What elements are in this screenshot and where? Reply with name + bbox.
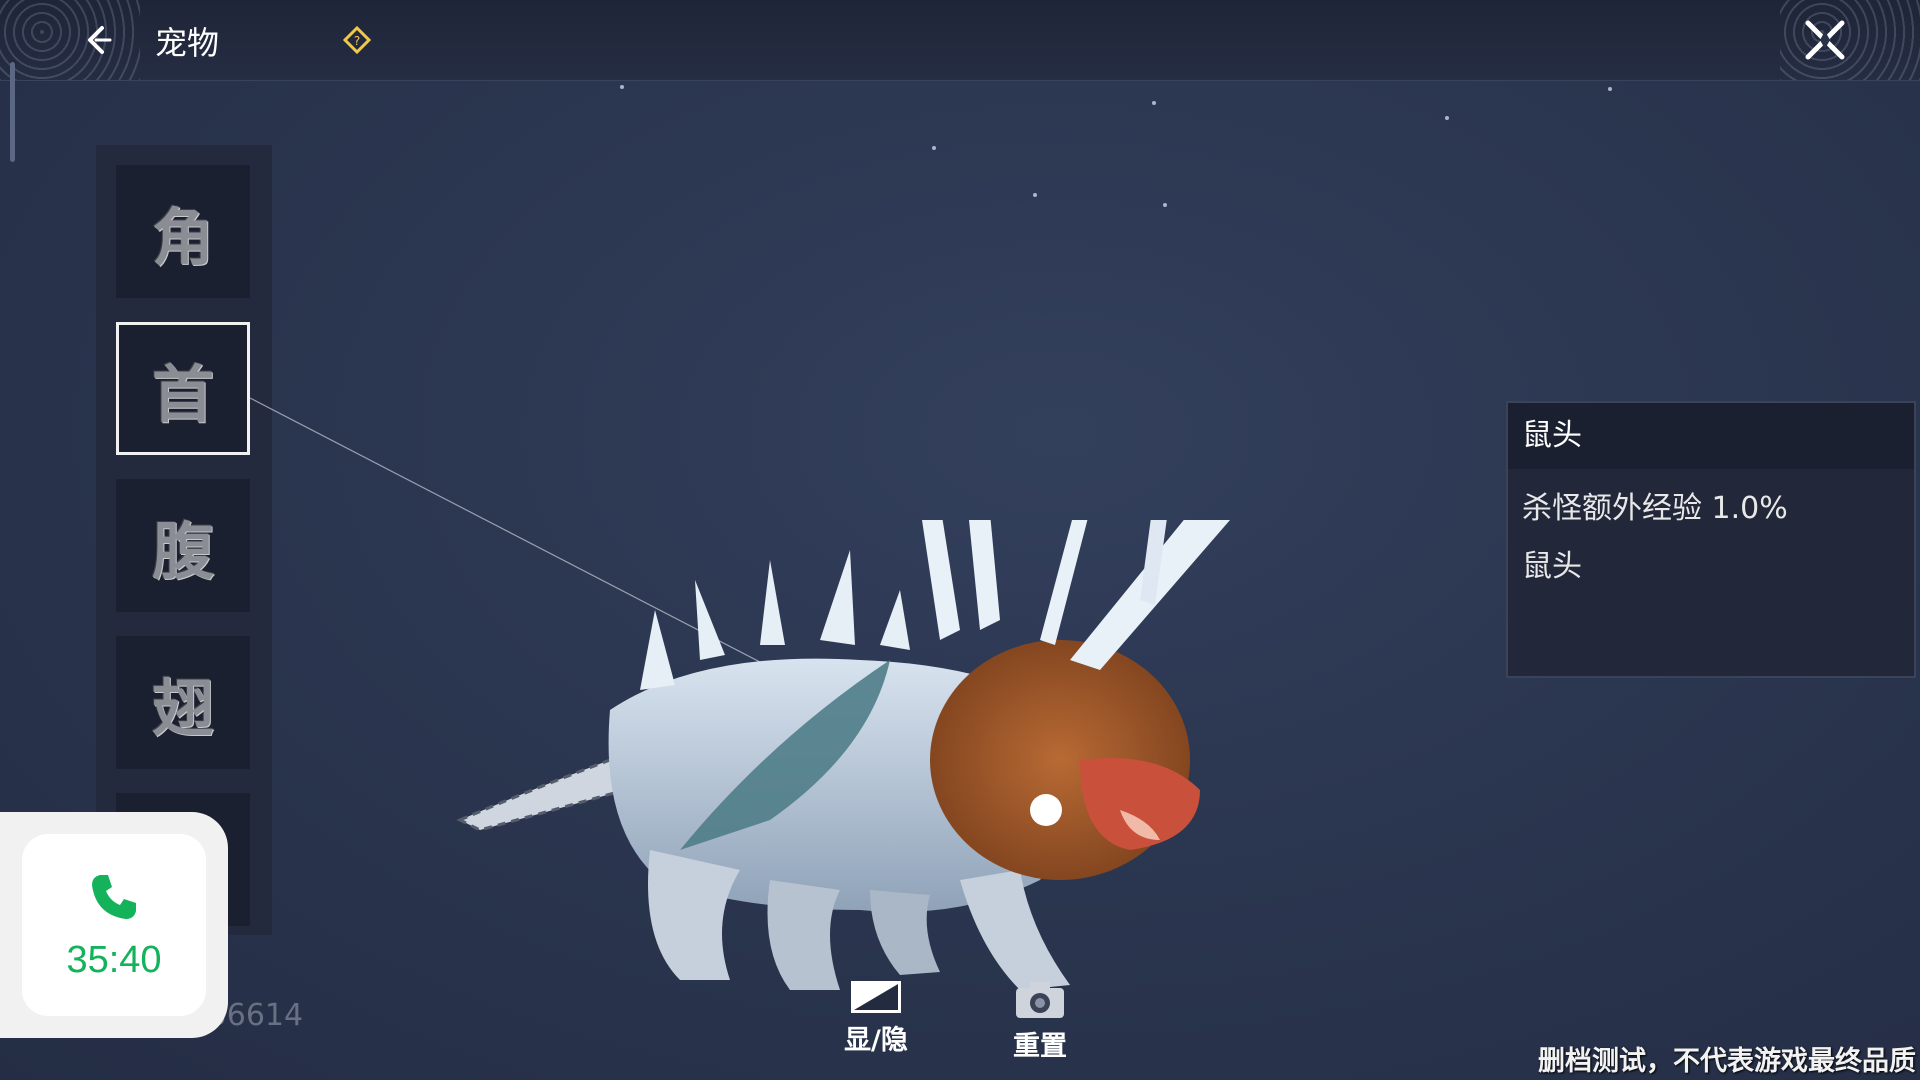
call-timer: 35:40 xyxy=(66,938,162,981)
page-title: 宠物 xyxy=(155,24,220,62)
call-widget[interactable]: 35:40 xyxy=(0,812,228,1038)
toggle-visibility-label: 显/隐 xyxy=(844,1025,908,1056)
star xyxy=(620,85,624,89)
part-tab-wing[interactable]: 翅 xyxy=(116,636,250,769)
toggle-visibility-button[interactable]: 显/隐 xyxy=(826,980,926,1057)
part-tab-head[interactable]: 首 xyxy=(116,322,250,455)
part-info-name: 鼠头 xyxy=(1522,549,1582,584)
left-scrollbar[interactable] xyxy=(10,62,15,162)
star xyxy=(1445,116,1449,120)
part-info-effect: 杀怪额外经验 1.0% xyxy=(1522,491,1788,526)
star xyxy=(1163,203,1167,207)
test-disclaimer: 删档测试，不代表游戏最终品质 xyxy=(1538,1046,1916,1077)
phone-icon xyxy=(92,874,136,919)
reset-label: 重置 xyxy=(1013,1031,1067,1062)
chevron-left-icon xyxy=(88,26,112,54)
pet-model[interactable] xyxy=(440,520,1420,1020)
call-widget-inner[interactable]: 35:40 xyxy=(22,834,206,1016)
star xyxy=(932,146,936,150)
part-tab-label: 角 xyxy=(151,200,214,274)
part-info-title: 鼠头 xyxy=(1508,403,1914,469)
top-bar: 宠物 ? xyxy=(0,0,1920,81)
part-info-panel: 鼠头 杀怪额外经验 1.0% 鼠头 xyxy=(1506,401,1916,678)
close-x-icon xyxy=(1805,20,1845,60)
part-tab-belly[interactable]: 腹 xyxy=(116,479,250,612)
star xyxy=(1152,101,1156,105)
diamond-hint-icon[interactable]: ? xyxy=(343,26,371,54)
star xyxy=(1608,87,1612,91)
star xyxy=(1033,193,1037,197)
part-tab-label: 翅 xyxy=(151,671,214,745)
back-button[interactable] xyxy=(70,12,126,68)
reset-button[interactable]: 重置 xyxy=(990,980,1090,1063)
part-tab-horn[interactable]: 角 xyxy=(116,165,250,298)
part-tab-label: 腹 xyxy=(151,514,214,588)
selected-part-hotspot[interactable] xyxy=(1030,794,1062,826)
camera-icon xyxy=(1016,982,1064,1018)
toggle-visibility-icon xyxy=(851,981,901,1013)
close-button[interactable] xyxy=(1795,10,1855,70)
svg-text:?: ? xyxy=(354,34,360,48)
part-tab-label: 首 xyxy=(151,357,214,431)
